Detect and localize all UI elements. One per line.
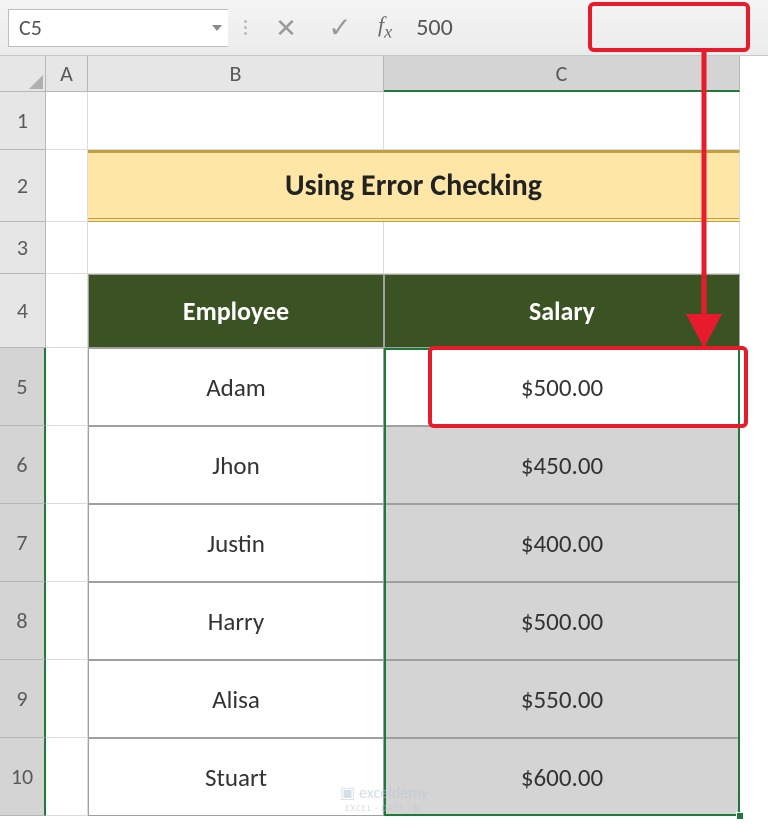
cell-C5[interactable]: $500.00: [384, 348, 740, 426]
formula-input[interactable]: 500: [406, 9, 760, 47]
title-text: Using Error Checking: [285, 167, 542, 204]
cell-B9[interactable]: Alisa: [88, 660, 384, 738]
row-header-7[interactable]: 7: [0, 504, 46, 582]
header-salary-text: Salary: [529, 295, 595, 327]
col-header-B[interactable]: B: [88, 56, 384, 92]
name-box-value: C5: [19, 14, 42, 41]
row-header-8[interactable]: 8: [0, 582, 46, 660]
watermark-icon: ▣: [340, 783, 355, 803]
formula-bar: C5 ✕ ✓ fx 500: [0, 0, 768, 56]
cell-A1[interactable]: [46, 92, 88, 150]
cell-C6[interactable]: $450.00: [384, 426, 740, 504]
table-row: Adam $500.00: [46, 348, 740, 426]
cell-A8[interactable]: [46, 582, 88, 660]
cell-A10[interactable]: [46, 738, 88, 816]
cell-B7[interactable]: Justin: [88, 504, 384, 582]
table-row: Alisa $550.00: [46, 660, 740, 738]
watermark: ▣ exceldemy EXCEL · DATA · BI: [340, 783, 428, 814]
cell-A2[interactable]: [46, 150, 88, 222]
row-header-6[interactable]: 6: [0, 426, 46, 504]
row-header-9[interactable]: 9: [0, 660, 46, 738]
table-row: Jhon $450.00: [46, 426, 740, 504]
cell-B5[interactable]: Adam: [88, 348, 384, 426]
table-row: Harry $500.00: [46, 582, 740, 660]
header-employee-text: Employee: [183, 295, 289, 327]
row-headers: 1 2 3 4 5 6 7 8 9 10: [0, 92, 46, 816]
table-row: Justin $400.00: [46, 504, 740, 582]
row-header-3[interactable]: 3: [0, 222, 46, 274]
cell-C3[interactable]: [384, 222, 740, 274]
row-header-5[interactable]: 5: [0, 348, 46, 426]
row-header-2[interactable]: 2: [0, 150, 46, 222]
watermark-name: exceldemy: [359, 784, 428, 803]
name-box[interactable]: C5: [8, 9, 228, 47]
cancel-icon[interactable]: ✕: [262, 9, 310, 47]
column-headers: A B C: [46, 56, 740, 92]
cell-A9[interactable]: [46, 660, 88, 738]
cell-A6[interactable]: [46, 426, 88, 504]
row-header-10[interactable]: 10: [0, 738, 46, 816]
cell-C1[interactable]: [384, 92, 740, 150]
cell-C8[interactable]: $500.00: [384, 582, 740, 660]
formula-bar-divider: [240, 20, 250, 35]
cell-C9[interactable]: $550.00: [384, 660, 740, 738]
watermark-sub: EXCEL · DATA · BI: [340, 803, 428, 814]
row-header-1[interactable]: 1: [0, 92, 46, 150]
select-all-corner[interactable]: [0, 56, 46, 92]
header-salary[interactable]: Salary: [384, 274, 740, 348]
cell-A3[interactable]: [46, 222, 88, 274]
formula-value: 500: [416, 13, 453, 42]
cell-B6[interactable]: Jhon: [88, 426, 384, 504]
cell-B8[interactable]: Harry: [88, 582, 384, 660]
cell-A5[interactable]: [46, 348, 88, 426]
name-box-dropdown-icon[interactable]: [212, 25, 222, 31]
cell-A4[interactable]: [46, 274, 88, 348]
fill-handle[interactable]: [736, 812, 744, 820]
title-cell[interactable]: Using Error Checking: [88, 150, 740, 222]
cell-C10[interactable]: $600.00: [384, 738, 740, 816]
fx-icon[interactable]: fx: [378, 12, 392, 42]
col-header-C[interactable]: C: [384, 56, 740, 92]
header-employee[interactable]: Employee: [88, 274, 384, 348]
cell-B1[interactable]: [88, 92, 384, 150]
cell-C7[interactable]: $400.00: [384, 504, 740, 582]
col-header-A[interactable]: A: [46, 56, 88, 92]
cell-B3[interactable]: [88, 222, 384, 274]
row-header-4[interactable]: 4: [0, 274, 46, 348]
enter-icon[interactable]: ✓: [316, 9, 364, 47]
cell-A7[interactable]: [46, 504, 88, 582]
grid: Using Error Checking Employee Salary Ada…: [46, 92, 740, 816]
